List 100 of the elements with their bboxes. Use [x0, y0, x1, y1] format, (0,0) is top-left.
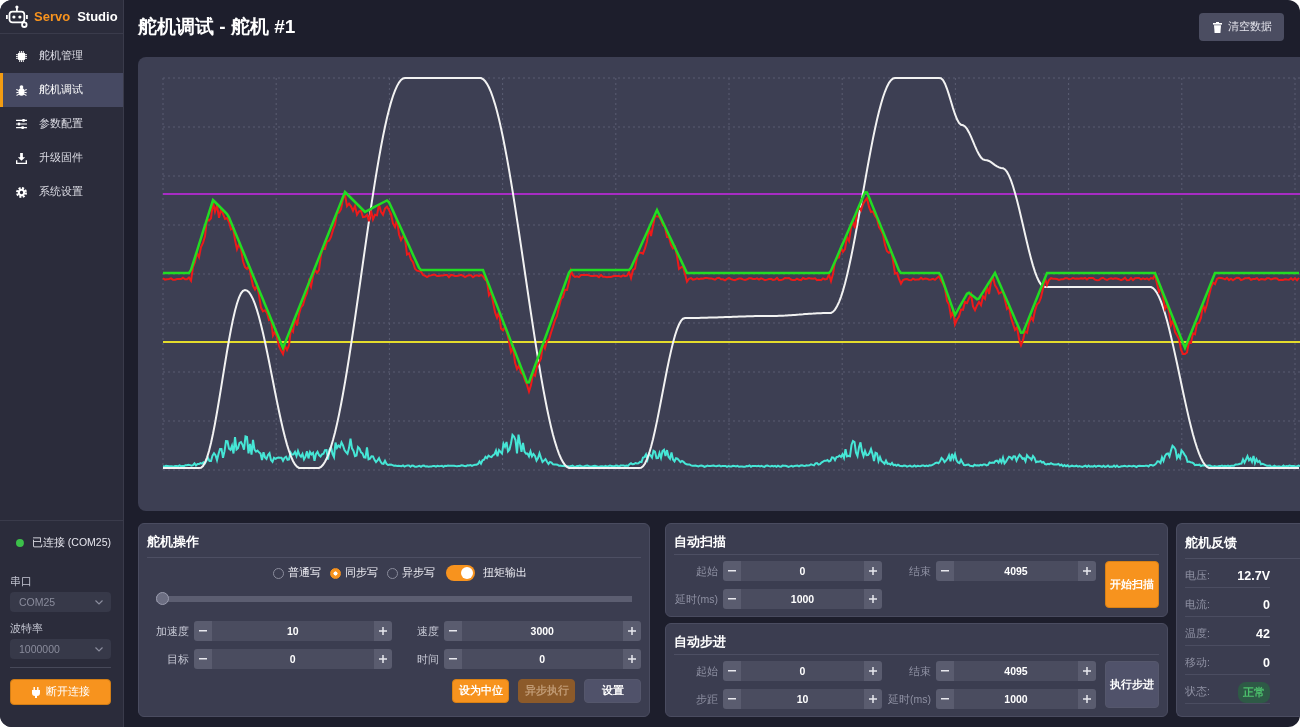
field-label: 结束	[908, 564, 931, 579]
number-field[interactable]: 0	[741, 561, 864, 581]
decrement-button[interactable]	[723, 689, 741, 709]
nav-item[interactable]: 舵机管理	[0, 39, 123, 73]
nav-item[interactable]: 系统设置	[0, 175, 123, 209]
toggle-label[interactable]: 扭矩输出	[483, 566, 527, 580]
minus-icon	[941, 570, 949, 572]
decrement-button[interactable]	[723, 561, 741, 581]
panel-title: 自动步进	[674, 624, 1159, 655]
increment-button[interactable]	[1078, 561, 1096, 581]
robot-icon	[6, 5, 28, 28]
number-field[interactable]: 1000	[954, 689, 1078, 709]
radio-label[interactable]: 普通写	[288, 566, 321, 580]
feedback-label: 状态:	[1185, 685, 1210, 699]
number-field[interactable]: 3000	[461, 621, 623, 641]
field-label: 速度	[415, 624, 439, 639]
field-label: 目标	[166, 652, 189, 667]
decrement-button[interactable]	[723, 589, 741, 609]
app-logo-text: Servo Studio	[34, 9, 118, 24]
minus-icon	[728, 570, 736, 572]
increment-button[interactable]	[864, 689, 882, 709]
plus-icon	[1083, 567, 1091, 575]
feedback-label: 电流:	[1185, 598, 1210, 612]
minus-icon	[199, 630, 207, 632]
plus-icon	[1083, 667, 1091, 675]
increment-button[interactable]	[864, 661, 882, 681]
field-label: 加速度	[155, 624, 189, 639]
number-field[interactable]: 4095	[954, 561, 1078, 581]
radio-button[interactable]	[330, 567, 341, 579]
plus-icon	[628, 655, 636, 663]
number-field[interactable]: 4095	[954, 661, 1078, 681]
feedback-value: 42	[1256, 627, 1270, 641]
feedback-label: 温度:	[1185, 627, 1210, 641]
field-label: 结束	[908, 664, 931, 679]
decrement-button[interactable]	[443, 621, 462, 641]
increment-button[interactable]	[1078, 689, 1096, 709]
panel-title: 舵机反馈	[1185, 524, 1300, 559]
plus-icon	[628, 627, 636, 635]
number-field[interactable]: 10	[741, 689, 864, 709]
plus-icon	[869, 567, 877, 575]
increment-button[interactable]	[623, 649, 641, 669]
plus-icon	[378, 627, 387, 635]
plus-icon	[869, 667, 877, 675]
trash-icon	[1213, 21, 1222, 33]
nav-item[interactable]: 参数配置	[0, 107, 123, 141]
radio-label[interactable]: 同步写	[345, 566, 378, 580]
chevron-down-icon	[95, 599, 103, 605]
increment-button[interactable]	[864, 589, 882, 609]
run-button[interactable]: 执行步进	[1105, 661, 1159, 708]
minus-icon	[941, 670, 949, 672]
action-button[interactable]: 设置	[584, 679, 641, 703]
plus-icon	[869, 695, 877, 703]
plug-icon	[31, 686, 40, 698]
feedback-value: 0	[1263, 656, 1270, 670]
number-field[interactable]: 10	[212, 621, 374, 641]
increment-button[interactable]	[623, 621, 641, 641]
chevron-down-icon	[95, 646, 103, 652]
nav-item[interactable]: 舵机调试	[0, 73, 123, 107]
status-badge: 正常	[1238, 681, 1270, 703]
decrement-button[interactable]	[723, 661, 741, 681]
field-label: 步距	[695, 692, 718, 707]
increment-button[interactable]	[864, 561, 882, 581]
connection-status: 已连接 (COM25)	[31, 536, 111, 550]
chip-icon	[16, 50, 27, 62]
feedback-label: 电压:	[1185, 569, 1210, 583]
minus-icon	[448, 658, 457, 660]
increment-button[interactable]	[1078, 661, 1096, 681]
minus-icon	[199, 658, 207, 660]
minus-icon	[448, 630, 457, 632]
feedback-value: 0	[1263, 598, 1270, 612]
decrement-button[interactable]	[443, 649, 462, 669]
decrement-button[interactable]	[194, 621, 212, 641]
feedback-value: 12.7V	[1237, 569, 1270, 583]
sliders-icon	[16, 119, 27, 129]
plus-icon	[869, 595, 877, 603]
toggle-switch[interactable]	[446, 565, 475, 581]
nav-item[interactable]: 升级固件	[0, 141, 123, 175]
minus-icon	[728, 698, 736, 700]
field-label: 波特率	[10, 621, 44, 635]
panel-title: 舵机操作	[147, 524, 641, 558]
page-title: 舵机调试 - 舵机 #1	[138, 15, 296, 39]
decrement-button[interactable]	[936, 561, 954, 581]
decrement-button[interactable]	[936, 661, 954, 681]
plus-icon	[1083, 695, 1091, 703]
download-icon	[16, 152, 27, 164]
panel-title: 自动扫描	[674, 524, 1159, 555]
clear-data-button[interactable]: 清空数据	[1199, 13, 1284, 41]
number-field[interactable]: 1000	[741, 589, 864, 609]
number-field[interactable]: 0	[212, 649, 374, 669]
gear-icon	[16, 186, 27, 198]
minus-icon	[728, 598, 736, 600]
radio-label[interactable]: 异步写	[402, 566, 435, 580]
bug-icon	[16, 84, 27, 96]
minus-icon	[728, 670, 736, 672]
field-label: 延时(ms)	[887, 692, 931, 707]
decrement-button[interactable]	[194, 649, 212, 669]
number-field[interactable]: 0	[461, 649, 623, 669]
number-field[interactable]: 0	[741, 661, 864, 681]
slider-thumb[interactable]	[156, 592, 169, 605]
decrement-button[interactable]	[936, 689, 954, 709]
